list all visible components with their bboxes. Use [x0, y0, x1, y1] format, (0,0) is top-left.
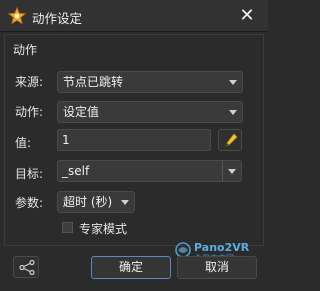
chevron-down-icon	[229, 80, 237, 85]
chevron-down-icon	[121, 200, 129, 205]
source-select[interactable]: 节点已跳转	[57, 71, 243, 93]
target-label: 目标:	[15, 167, 44, 181]
window-title: 动作设定	[32, 11, 83, 26]
param-select-value: 超时 (秒)	[63, 195, 113, 209]
expert-mode-checkbox[interactable]	[62, 222, 73, 233]
expert-mode-label[interactable]: 专家模式	[79, 220, 127, 237]
chevron-down-icon	[229, 110, 237, 115]
title-bar: 动作设定 ✕	[0, 0, 268, 32]
param-label: 参数:	[15, 196, 44, 210]
source-select-value: 节点已跳转	[63, 75, 124, 89]
share-button[interactable]	[13, 256, 39, 278]
action-select-value: 设定值	[63, 105, 100, 119]
target-dropdown-button[interactable]	[222, 160, 242, 182]
value-input-text: 1	[62, 133, 70, 147]
value-input[interactable]: 1	[57, 129, 211, 151]
close-button[interactable]: ✕	[236, 6, 258, 26]
target-input-text: _self	[62, 164, 90, 178]
source-label: 来源:	[15, 75, 44, 89]
action-select[interactable]: 设定值	[57, 101, 243, 123]
ok-button[interactable]: 确定	[91, 256, 171, 279]
cancel-button[interactable]: 取消	[177, 256, 257, 279]
target-combo-input[interactable]: _self	[57, 160, 223, 182]
group-title: 动作	[13, 43, 38, 57]
value-label: 值:	[15, 136, 32, 150]
app-star-icon	[7, 6, 27, 25]
edit-value-button[interactable]	[218, 129, 242, 151]
param-select[interactable]: 超时 (秒)	[57, 191, 135, 213]
action-label: 动作:	[15, 105, 44, 119]
chevron-down-icon	[228, 169, 236, 174]
